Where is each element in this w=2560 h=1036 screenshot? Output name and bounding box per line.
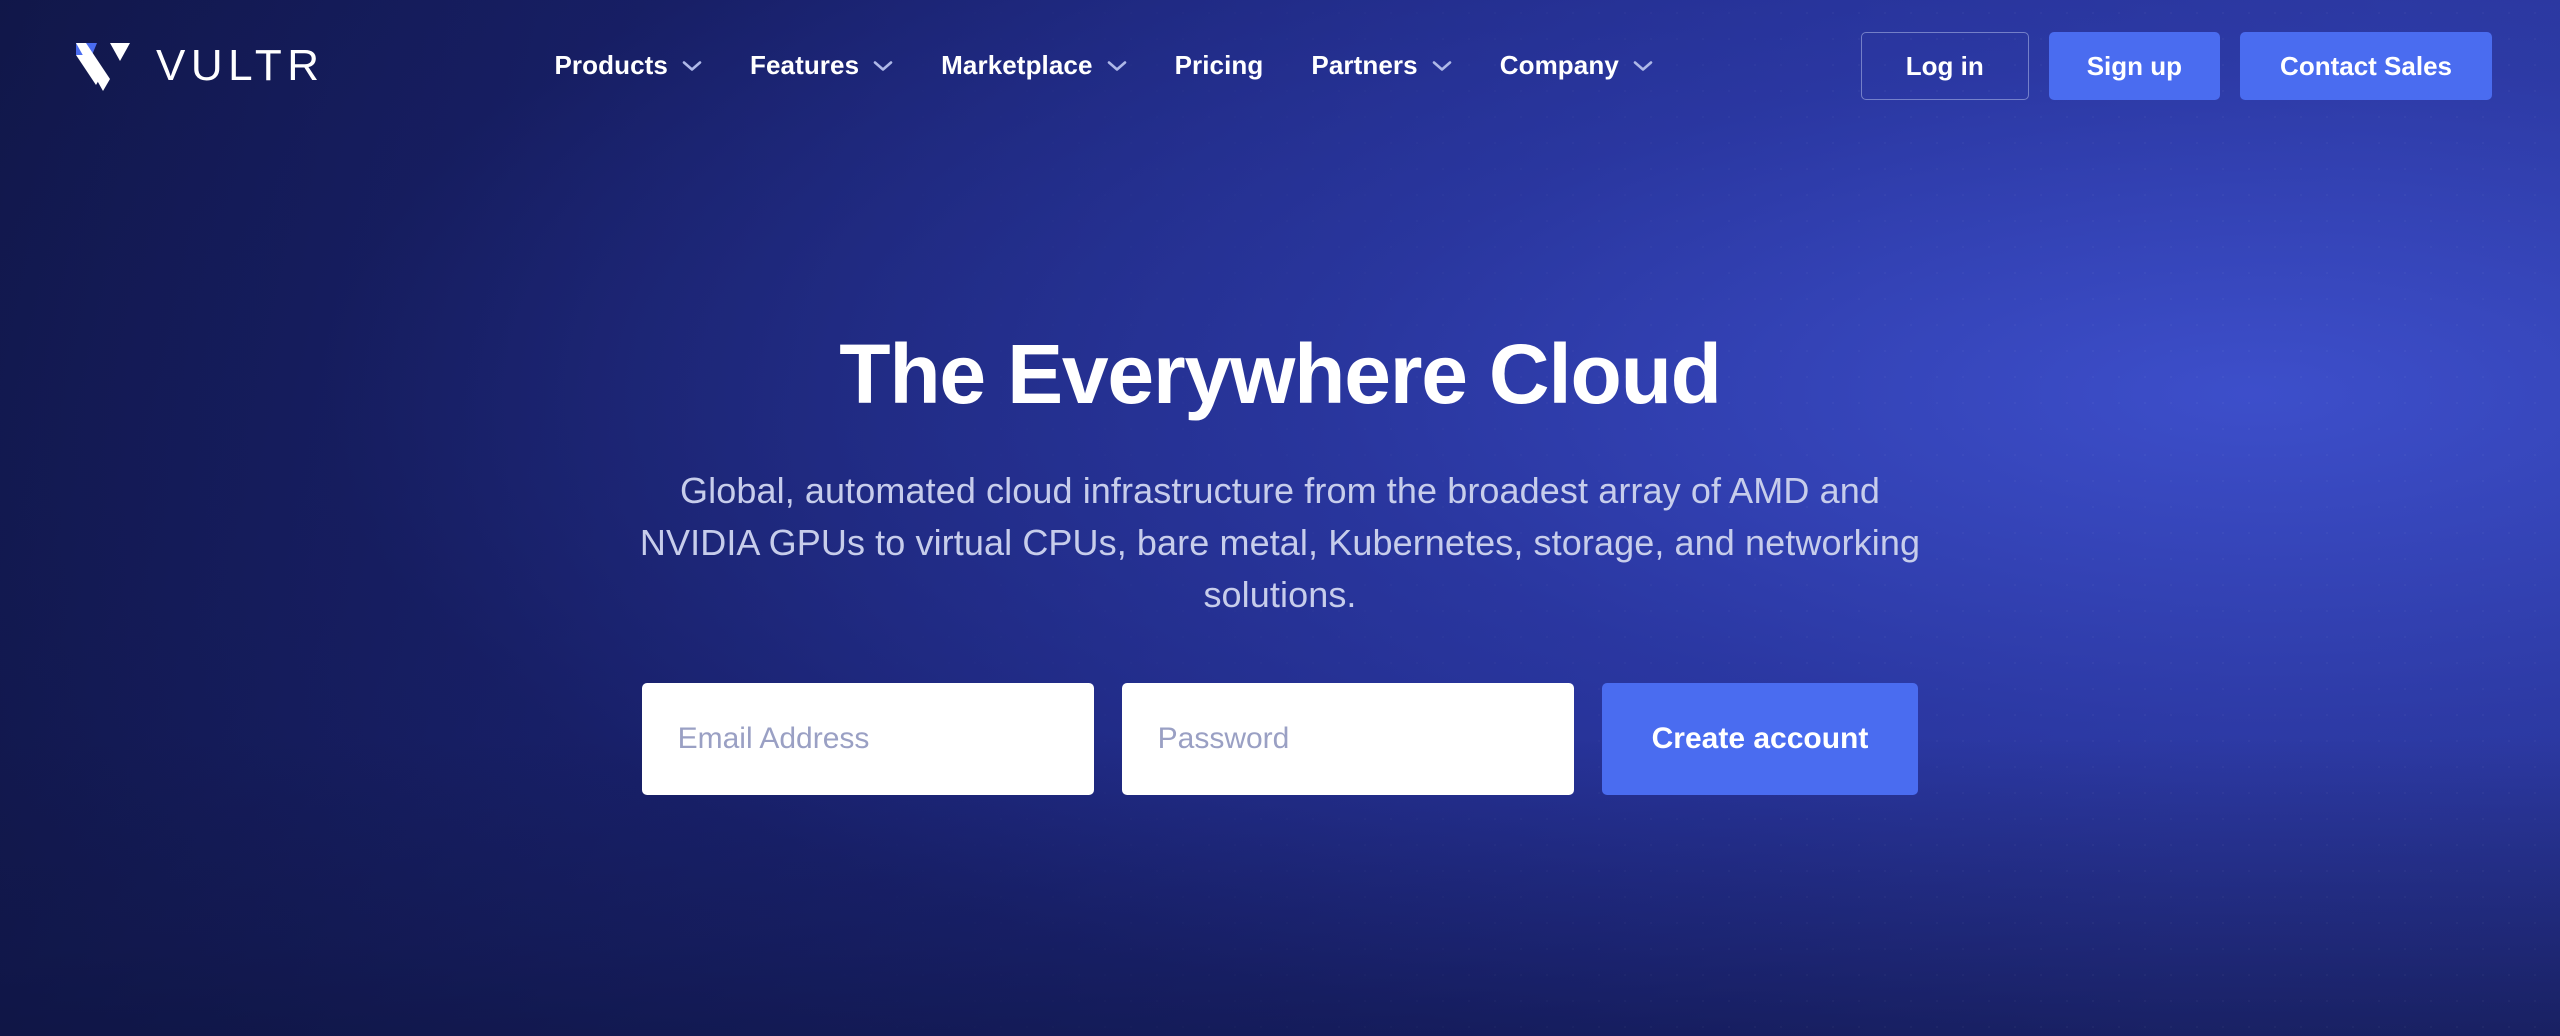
nav-label: Company <box>1499 50 1619 80</box>
nav-item-pricing[interactable]: Pricing <box>1151 40 1288 91</box>
brand-logo-link[interactable]: VULTR <box>72 35 324 97</box>
nav-item-company[interactable]: Company <box>1476 40 1677 91</box>
nav-label: Partners <box>1311 50 1418 80</box>
login-button[interactable]: Log in <box>1860 31 2029 100</box>
chevron-down-icon <box>1432 60 1452 72</box>
vultr-v-logo-icon <box>72 35 134 97</box>
chevron-down-icon <box>682 60 702 72</box>
nav-item-features[interactable]: Features <box>726 40 917 91</box>
nav-item-partners[interactable]: Partners <box>1287 40 1475 91</box>
nav-item-products[interactable]: Products <box>530 40 725 91</box>
nav-item-marketplace[interactable]: Marketplace <box>917 40 1150 91</box>
page-title: The Everywhere Cloud <box>839 327 1722 421</box>
hero-section: The Everywhere Cloud Global, automated c… <box>0 0 2560 1036</box>
chevron-down-icon <box>1107 60 1127 72</box>
password-field[interactable] <box>1121 682 1574 795</box>
chevron-down-icon <box>1633 60 1653 72</box>
header-actions: Log in Sign up Contact Sales <box>1860 31 2492 100</box>
nav-label: Pricing <box>1174 50 1264 80</box>
chevron-down-icon <box>873 60 893 72</box>
create-account-button[interactable]: Create account <box>1601 682 1919 795</box>
nav-label: Products <box>554 50 668 80</box>
nav-label: Marketplace <box>941 50 1093 80</box>
page-root: VULTR Products Features Marketplace Pric… <box>0 0 2560 1036</box>
primary-navigation: Products Features Marketplace Pricing Pa… <box>530 40 1676 91</box>
contact-sales-button[interactable]: Contact Sales <box>2240 31 2492 100</box>
signup-button[interactable]: Sign up <box>2048 31 2221 100</box>
brand-wordmark: VULTR <box>156 40 325 90</box>
email-field[interactable] <box>641 682 1094 795</box>
site-header: VULTR Products Features Marketplace Pric… <box>0 0 2560 131</box>
nav-label: Features <box>749 50 860 80</box>
signup-form: Create account <box>641 682 1919 795</box>
hero-subtitle: Global, automated cloud infrastructure f… <box>639 470 1921 615</box>
